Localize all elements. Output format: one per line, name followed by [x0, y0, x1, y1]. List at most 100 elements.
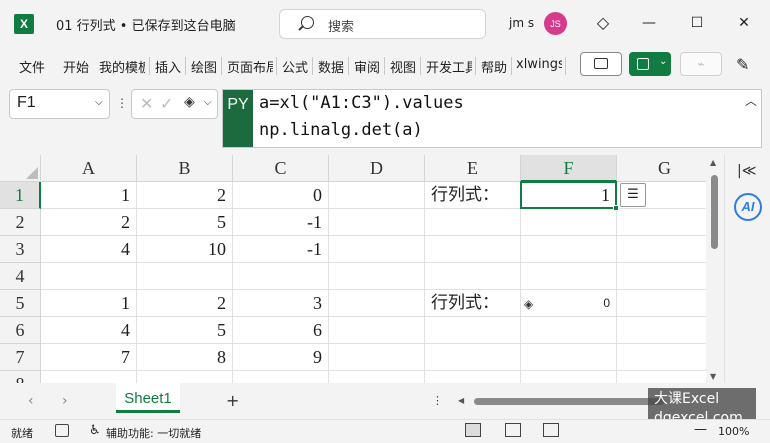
row-header-3[interactable]: 3 [0, 236, 41, 263]
cell-b6[interactable]: 5 [137, 317, 233, 344]
tab-file[interactable]: 文件 [19, 57, 45, 76]
cell-d8[interactable] [329, 371, 425, 383]
scroll-thumb[interactable] [474, 398, 664, 405]
tab-help[interactable]: 帮助 [481, 57, 507, 76]
vertical-scrollbar[interactable]: ▲ ▼ [706, 155, 724, 383]
zoom-level[interactable]: 100% [718, 425, 749, 438]
cell-c4[interactable] [233, 263, 329, 290]
close-button[interactable]: ✕ [731, 10, 757, 36]
sheet-tab-sheet1[interactable]: Sheet1 [116, 383, 180, 413]
row-header-5[interactable]: 5 [0, 290, 41, 317]
minimize-button[interactable]: — [636, 10, 662, 36]
cell-c7[interactable]: 9 [233, 344, 329, 371]
cell-f3[interactable] [521, 236, 617, 263]
scroll-down-icon[interactable]: ▼ [710, 372, 716, 381]
cell-d2[interactable] [329, 209, 425, 236]
row-header-6[interactable]: 6 [0, 317, 41, 344]
row-header-1[interactable]: 1 [0, 182, 41, 209]
name-box[interactable]: F1 ⌵ [9, 89, 110, 119]
cell-e3[interactable] [425, 236, 521, 263]
python-output-icon[interactable]: ◈ [184, 94, 195, 110]
cell-a6[interactable]: 4 [41, 317, 137, 344]
cell-b4[interactable] [137, 263, 233, 290]
cell-e1[interactable]: 行列式： [425, 182, 521, 209]
cell-g8[interactable] [617, 371, 706, 383]
cell-d3[interactable] [329, 236, 425, 263]
catch-up-button[interactable]: ⌁ [680, 52, 722, 76]
cancel-icon[interactable]: ✕ [140, 94, 153, 113]
cell-g3[interactable] [617, 236, 706, 263]
cell-f6[interactable] [521, 317, 617, 344]
column-header-f[interactable]: F [521, 155, 617, 182]
macro-recording-icon[interactable] [55, 424, 69, 437]
tab-draw[interactable]: 绘图 [191, 57, 217, 76]
cell-d4[interactable] [329, 263, 425, 290]
collapse-formula-bar-icon[interactable]: ︿ [745, 92, 757, 109]
cell-a5[interactable]: 1 [41, 290, 137, 317]
column-header-e[interactable]: E [425, 155, 521, 182]
tab-formulas[interactable]: 公式 [282, 57, 308, 76]
cell-e8[interactable] [425, 371, 521, 383]
tab-review[interactable]: 审阅 [354, 57, 380, 76]
cell-c6[interactable]: 6 [233, 317, 329, 344]
select-all-button[interactable] [0, 155, 41, 182]
normal-view-icon[interactable] [465, 423, 481, 437]
row-header-4[interactable]: 4 [0, 263, 41, 290]
cell-b3[interactable]: 10 [137, 236, 233, 263]
ai-assistant-icon[interactable]: AI [734, 193, 762, 221]
cell-d5[interactable] [329, 290, 425, 317]
cell-a8[interactable] [41, 371, 137, 383]
python-card-icon[interactable]: ☰ [620, 183, 646, 207]
tab-home[interactable]: 开始 [63, 57, 89, 76]
cell-d7[interactable] [329, 344, 425, 371]
premium-diamond-icon[interactable]: ◇ [594, 14, 612, 32]
formula-input[interactable]: PY a=xl("A1:C3").values np.linalg.det(a) [222, 89, 762, 148]
cell-c3[interactable]: -1 [233, 236, 329, 263]
cell-a4[interactable] [41, 263, 137, 290]
cell-f2[interactable] [521, 209, 617, 236]
chevron-down-icon[interactable]: ⌵ [204, 97, 212, 108]
cell-g2[interactable] [617, 209, 706, 236]
scroll-left-icon[interactable]: ◀ [458, 396, 464, 405]
document-title[interactable]: 01 行列式 • 已保存到这台电脑 [56, 15, 236, 34]
search-box[interactable]: 搜索 [279, 9, 486, 39]
cell-d6[interactable] [329, 317, 425, 344]
page-break-view-icon[interactable] [543, 423, 559, 437]
python-mode-badge[interactable]: PY [223, 90, 253, 147]
previous-sheet-icon[interactable]: ‹ [28, 393, 34, 409]
cell-e4[interactable] [425, 263, 521, 290]
cell-c5[interactable]: 3 [233, 290, 329, 317]
cell-b5[interactable]: 2 [137, 290, 233, 317]
tab-data[interactable]: 数据 [318, 57, 344, 76]
accessibility-icon[interactable]: ♿ [89, 423, 101, 438]
zoom-out-icon[interactable]: — [694, 422, 707, 437]
maximize-button[interactable]: ☐ [684, 10, 710, 36]
cell-f7[interactable] [521, 344, 617, 371]
scroll-up-icon[interactable]: ▲ [710, 158, 716, 167]
tab-insert[interactable]: 插入 [155, 57, 181, 76]
tab-my-templates[interactable]: 我的模板 [99, 57, 145, 76]
page-layout-view-icon[interactable] [505, 423, 521, 437]
more-options-icon[interactable]: ⋮ [432, 394, 443, 407]
tab-xlwings[interactable]: xlwings [516, 57, 562, 72]
column-header-b[interactable]: B [137, 155, 233, 182]
enter-icon[interactable]: ✓ [160, 94, 173, 113]
cell-a3[interactable]: 4 [41, 236, 137, 263]
cell-a7[interactable]: 7 [41, 344, 137, 371]
cell-f8[interactable] [521, 371, 617, 383]
cell-a2[interactable]: 2 [41, 209, 137, 236]
cell-b1[interactable]: 2 [137, 182, 233, 209]
avatar[interactable]: JS [544, 12, 567, 35]
comments-button[interactable] [580, 52, 622, 76]
more-options-icon[interactable]: ⋮ [116, 96, 128, 110]
cell-b7[interactable]: 8 [137, 344, 233, 371]
cell-g7[interactable] [617, 344, 706, 371]
cell-f4[interactable] [521, 263, 617, 290]
editing-pen-icon[interactable]: ✎ [736, 55, 749, 74]
cell-c1[interactable]: 0 [233, 182, 329, 209]
add-sheet-button[interactable]: + [226, 391, 239, 410]
column-header-d[interactable]: D [329, 155, 425, 182]
cell-c8[interactable] [233, 371, 329, 383]
column-header-g[interactable]: G [617, 155, 706, 182]
cell-b2[interactable]: 5 [137, 209, 233, 236]
